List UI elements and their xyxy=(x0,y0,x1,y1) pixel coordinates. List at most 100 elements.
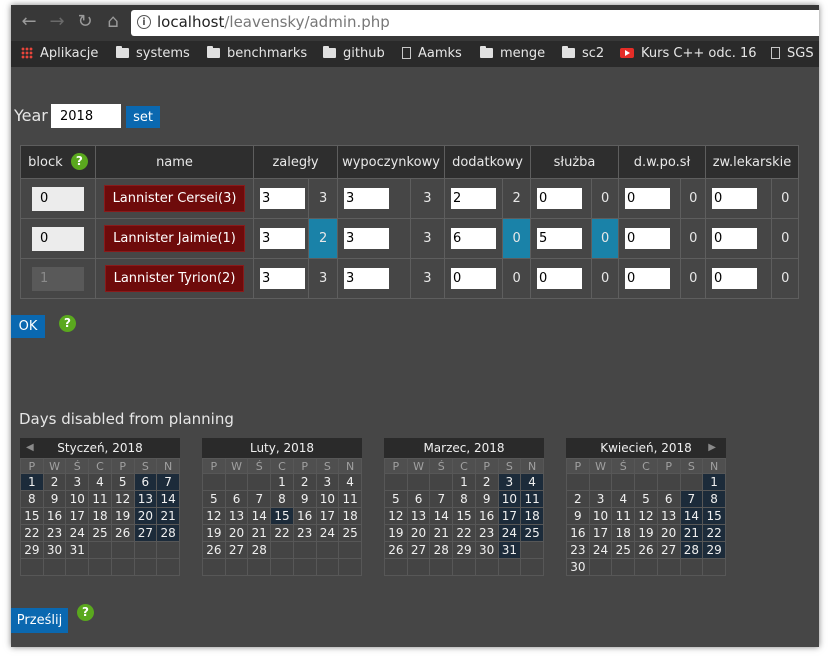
day-cell-disabled[interactable]: 17 xyxy=(497,507,522,525)
zalegly-input[interactable] xyxy=(260,268,305,289)
wypoczynkowy-input[interactable] xyxy=(344,228,389,249)
day-cell[interactable]: 12 xyxy=(384,507,408,525)
day-cell[interactable]: 16 xyxy=(292,507,317,525)
day-cell[interactable]: 12 xyxy=(202,507,226,525)
dwposl-input[interactable] xyxy=(625,188,670,209)
day-cell[interactable]: 18 xyxy=(611,524,636,542)
day-cell[interactable]: 10 xyxy=(65,490,90,508)
day-cell[interactable]: 12 xyxy=(110,490,135,508)
day-cell-disabled[interactable]: 15 xyxy=(270,507,294,525)
day-cell[interactable]: 17 xyxy=(315,507,340,525)
day-cell[interactable]: 13 xyxy=(656,507,681,525)
day-cell-disabled[interactable]: 10 xyxy=(497,490,522,508)
sluzba-input[interactable] xyxy=(537,188,582,209)
zwlekarskie-input[interactable] xyxy=(712,268,757,289)
day-cell[interactable]: 6 xyxy=(224,490,249,508)
day-cell[interactable]: 5 xyxy=(634,490,658,508)
submit-button[interactable]: Prześlij xyxy=(11,608,68,633)
day-cell[interactable]: 22 xyxy=(20,524,44,542)
day-cell[interactable]: 23 xyxy=(42,524,67,542)
set-year-button[interactable]: set xyxy=(126,106,160,128)
day-cell[interactable]: 8 xyxy=(270,490,294,508)
day-cell-disabled[interactable]: 27 xyxy=(133,524,158,542)
day-cell[interactable]: 16 xyxy=(566,524,590,542)
day-cell[interactable]: 23 xyxy=(474,524,499,542)
day-cell[interactable]: 3 xyxy=(65,473,90,491)
day-cell-disabled[interactable]: 8 xyxy=(702,490,726,508)
help-icon[interactable]: ? xyxy=(70,152,88,170)
wypoczynkowy-input[interactable] xyxy=(344,188,389,209)
bookmark-kurs[interactable]: Kurs C++ odc. 16 xyxy=(620,45,758,63)
bookmark-apps[interactable]: Aplikacje xyxy=(21,45,98,63)
day-cell-disabled[interactable]: 1 xyxy=(20,473,44,491)
day-cell[interactable]: 9 xyxy=(474,490,499,508)
day-cell[interactable]: 27 xyxy=(406,541,431,559)
day-cell[interactable]: 30 xyxy=(474,541,499,559)
day-cell[interactable]: 22 xyxy=(270,524,294,542)
day-cell[interactable]: 23 xyxy=(292,524,317,542)
day-cell[interactable]: 18 xyxy=(338,507,362,525)
day-cell[interactable]: 10 xyxy=(588,507,613,525)
day-cell-disabled[interactable]: 14 xyxy=(156,490,180,508)
day-cell-disabled[interactable]: 1 xyxy=(702,473,726,491)
day-cell-disabled[interactable]: 28 xyxy=(156,524,180,542)
zwlekarskie-input[interactable] xyxy=(712,188,757,209)
day-cell[interactable]: 1 xyxy=(452,473,476,491)
block-input[interactable] xyxy=(32,226,84,251)
day-cell-disabled[interactable]: 21 xyxy=(156,507,180,525)
day-cell[interactable]: 24 xyxy=(588,541,613,559)
bookmark-aamks[interactable]: Aamks xyxy=(402,45,462,63)
prev-month-icon[interactable]: ◀ xyxy=(26,438,34,458)
day-cell-disabled[interactable]: 29 xyxy=(702,541,726,559)
day-cell[interactable]: 12 xyxy=(634,507,658,525)
sluzba-input[interactable] xyxy=(537,228,582,249)
day-cell[interactable]: 24 xyxy=(65,524,90,542)
dwposl-input[interactable] xyxy=(625,228,670,249)
day-cell[interactable]: 29 xyxy=(452,541,476,559)
forward-arrow-icon[interactable]: → xyxy=(45,9,69,35)
day-cell[interactable]: 2 xyxy=(42,473,67,491)
wypoczynkowy-input[interactable] xyxy=(344,268,389,289)
day-cell[interactable]: 14 xyxy=(429,507,454,525)
reload-icon[interactable]: ↻ xyxy=(73,9,97,35)
day-cell-disabled[interactable]: 3 xyxy=(497,473,522,491)
day-cell[interactable]: 19 xyxy=(384,524,408,542)
info-icon[interactable]: i xyxy=(137,15,151,29)
zwlekarskie-input[interactable] xyxy=(712,228,757,249)
dodatkowy-input[interactable] xyxy=(451,268,496,289)
day-cell[interactable]: 25 xyxy=(88,524,112,542)
day-cell[interactable]: 1 xyxy=(270,473,294,491)
day-cell-disabled[interactable]: 11 xyxy=(520,490,544,508)
block-input[interactable] xyxy=(32,186,84,211)
day-cell[interactable]: 2 xyxy=(566,490,590,508)
zalegly-input[interactable] xyxy=(260,188,305,209)
day-cell[interactable]: 18 xyxy=(88,507,112,525)
day-cell[interactable]: 7 xyxy=(429,490,454,508)
day-cell-disabled[interactable]: 18 xyxy=(520,507,544,525)
day-cell[interactable]: 13 xyxy=(224,507,249,525)
dodatkowy-input[interactable] xyxy=(451,188,496,209)
day-cell[interactable]: 30 xyxy=(566,558,590,576)
bookmark-benchmarks[interactable]: benchmarks xyxy=(207,45,307,63)
day-cell[interactable]: 28 xyxy=(429,541,454,559)
day-cell[interactable]: 16 xyxy=(42,507,67,525)
day-cell[interactable]: 19 xyxy=(634,524,658,542)
help-icon[interactable]: ? xyxy=(59,315,76,332)
day-cell[interactable]: 5 xyxy=(384,490,408,508)
day-cell-disabled[interactable]: 31 xyxy=(497,541,522,559)
day-cell[interactable]: 21 xyxy=(247,524,272,542)
day-cell[interactable]: 3 xyxy=(315,473,340,491)
day-cell-disabled[interactable]: 22 xyxy=(702,524,726,542)
day-cell[interactable]: 8 xyxy=(20,490,44,508)
employee-name-button[interactable]: Lannister Cersei(3) xyxy=(103,185,246,212)
day-cell[interactable]: 27 xyxy=(656,541,681,559)
day-cell[interactable]: 30 xyxy=(42,541,67,559)
next-month-icon[interactable]: ▶ xyxy=(708,438,716,458)
day-cell[interactable]: 15 xyxy=(452,507,476,525)
day-cell[interactable]: 31 xyxy=(65,541,90,559)
day-cell[interactable]: 6 xyxy=(656,490,681,508)
day-cell[interactable]: 23 xyxy=(566,541,590,559)
bookmark-systems[interactable]: systems xyxy=(116,45,190,63)
day-cell[interactable]: 20 xyxy=(656,524,681,542)
bookmark-sgs[interactable]: SGS xyxy=(771,45,814,63)
